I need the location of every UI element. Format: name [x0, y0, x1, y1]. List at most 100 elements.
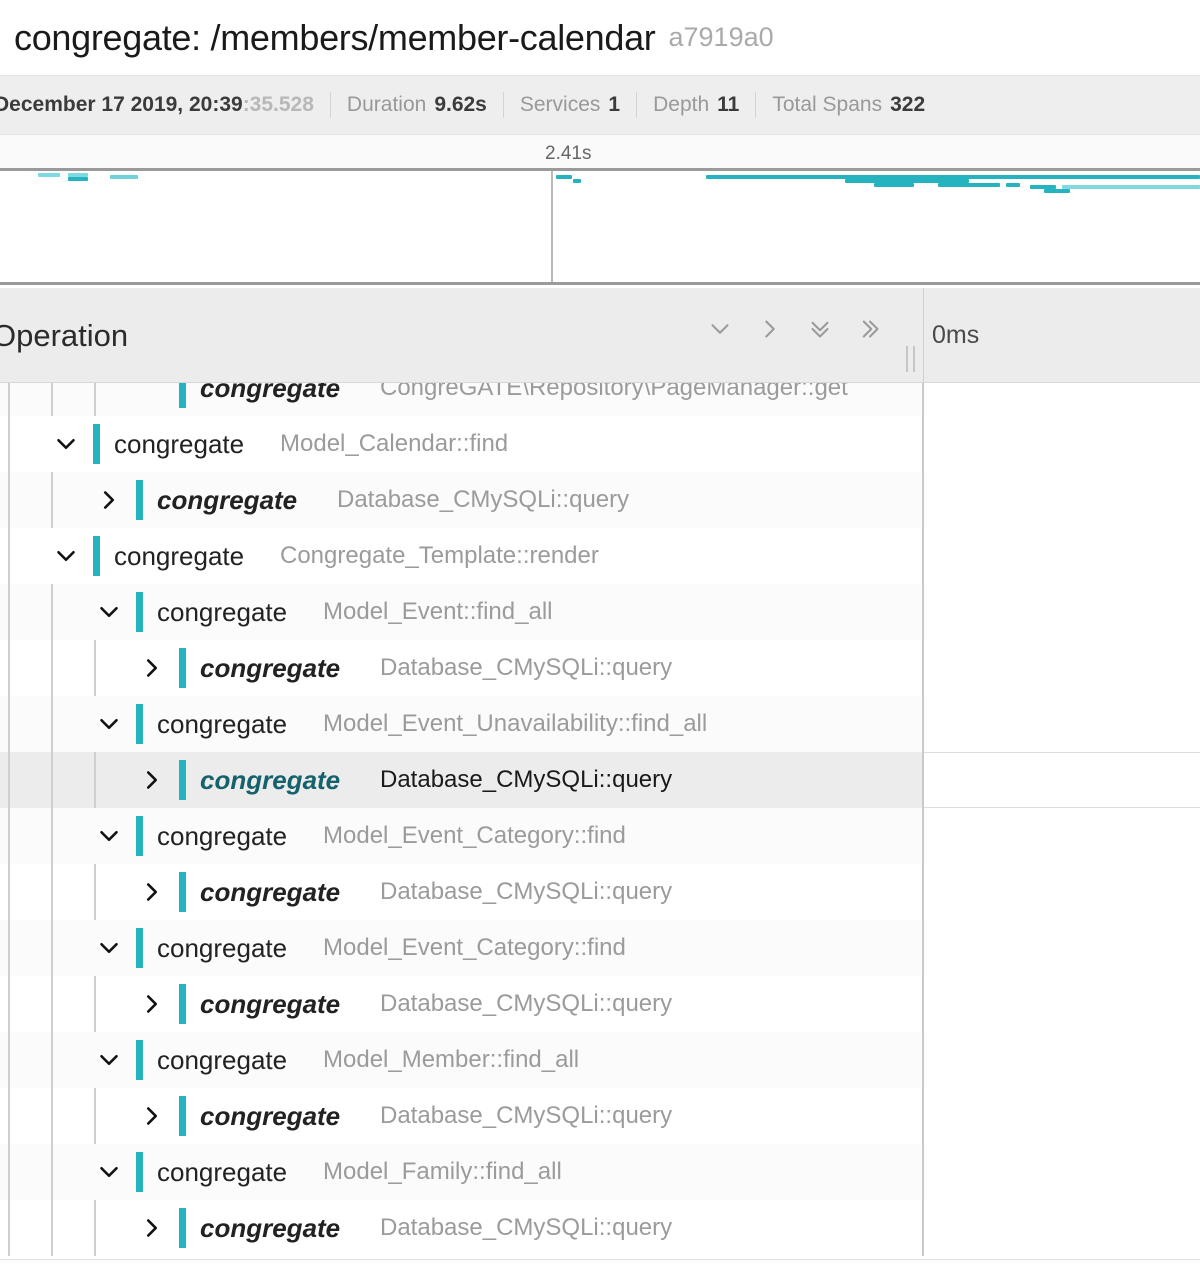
span-service-name: congregate	[157, 1157, 288, 1187]
span-name-cell[interactable]: congregate Model_Member::find_all	[0, 1032, 924, 1088]
span-timeline-cell[interactable]	[924, 1144, 1200, 1200]
collapse-span-icon[interactable]	[92, 595, 126, 629]
expand-one-level-icon[interactable]	[755, 314, 785, 344]
span-name-cell[interactable]: congregate Database_CMySQLi::query	[0, 1200, 924, 1256]
span-name-cell[interactable]: congregate Database_CMySQLi::query	[0, 864, 924, 920]
span-row[interactable]: congregate Database_CMySQLi::query	[0, 1200, 1200, 1256]
span-row[interactable]: congregate Model_Member::find_all	[0, 1032, 1200, 1088]
span-service-name: congregate	[157, 597, 288, 627]
span-row[interactable]: congregate Database_CMySQLi::query	[0, 472, 1200, 528]
span-row-content: congregate Congregate_Template::render	[0, 528, 922, 584]
span-name-cell[interactable]: congregate Model_Family::find_all	[0, 1144, 924, 1200]
span-color-bar	[136, 816, 143, 856]
expand-all-icon[interactable]	[855, 314, 885, 344]
expand-span-icon[interactable]	[135, 987, 169, 1021]
expand-span-icon[interactable]	[135, 763, 169, 797]
span-row-content: congregate Database_CMySQLi::query	[0, 864, 922, 920]
span-row[interactable]: congregate Database_CMySQLi::query	[0, 752, 1200, 808]
span-row[interactable]: congregate Model_Event_Category::find	[0, 920, 1200, 976]
span-timeline-cell[interactable]	[924, 808, 1200, 864]
span-row[interactable]: congregate CongreGATE\Repository\PageMana…	[0, 383, 1200, 416]
minimap-viewport-edge[interactable]	[551, 171, 553, 282]
span-name-cell[interactable]: congregate Database_CMySQLi::query	[0, 752, 924, 808]
span-row[interactable]: congregate Model_Event_Category::find	[0, 808, 1200, 864]
operation-column-label: Operation	[0, 318, 129, 353]
summary-timestamp-millis: :35.528	[242, 93, 314, 116]
span-operation-name: Model_Event_Category::find	[323, 822, 626, 849]
span-name-cell[interactable]: congregate Database_CMySQLi::query	[0, 472, 924, 528]
collapse-span-icon[interactable]	[92, 1155, 126, 1189]
collapse-span-icon[interactable]	[92, 819, 126, 853]
summary-services-label: Services	[519, 93, 601, 116]
span-color-bar	[179, 1096, 186, 1136]
expand-span-icon[interactable]	[135, 875, 169, 909]
expand-span-icon[interactable]	[135, 1211, 169, 1245]
collapse-all-icon[interactable]	[805, 314, 835, 344]
span-timeline-cell[interactable]	[924, 528, 1200, 584]
span-operation-name: Database_CMySQLi::query	[337, 486, 630, 513]
span-timeline-cell[interactable]	[924, 472, 1200, 528]
span-row[interactable]: congregate Database_CMySQLi::query	[0, 640, 1200, 696]
collapse-one-level-icon[interactable]	[705, 314, 735, 344]
span-timeline-cell[interactable]	[924, 976, 1200, 1032]
span-name-cell[interactable]: congregate CongreGATE\Repository\PageMana…	[0, 383, 924, 416]
span-name-cell[interactable]: congregate Model_Calendar::find	[0, 416, 924, 472]
span-name-cell[interactable]: congregate Congregate_Template::render	[0, 528, 924, 584]
span-name-cell[interactable]: congregate Model_Event_Unavailability::fi…	[0, 696, 924, 752]
span-timeline-cell[interactable]	[924, 1088, 1200, 1144]
span-row[interactable]: congregate Congregate_Template::render	[0, 528, 1200, 584]
summary-services-value: 1	[608, 93, 621, 116]
collapse-span-icon[interactable]	[92, 707, 126, 741]
span-operation-name: Model_Event_Unavailability::find_all	[323, 710, 708, 737]
span-row-content: congregate Model_Event_Unavailability::fi…	[0, 696, 922, 752]
minimap-spans-canvas[interactable]	[0, 171, 1200, 285]
span-timeline-cell[interactable]	[924, 920, 1200, 976]
span-timeline-cell[interactable]	[924, 584, 1200, 640]
span-row[interactable]: congregate Model_Calendar::find	[0, 416, 1200, 472]
span-row[interactable]: congregate Model_Family::find_all	[0, 1144, 1200, 1200]
span-name-cell[interactable]: congregate Database_CMySQLi::query	[0, 1088, 924, 1144]
collapse-span-icon[interactable]	[49, 427, 83, 461]
span-timeline-cell[interactable]	[924, 640, 1200, 696]
span-timeline-cell[interactable]	[924, 383, 1200, 416]
collapse-span-icon[interactable]	[92, 931, 126, 965]
span-color-bar	[179, 648, 186, 688]
minimap-span	[556, 175, 572, 179]
span-row[interactable]: congregate Model_Event_Unavailability::fi…	[0, 696, 1200, 752]
span-service-name: congregate	[157, 709, 288, 739]
summary-total-spans: Total Spans 322	[756, 93, 941, 117]
span-row[interactable]: congregate Database_CMySQLi::query	[0, 1088, 1200, 1144]
span-service-name: congregate	[200, 877, 341, 907]
span-timeline-cell[interactable]	[924, 752, 1200, 808]
span-name-cell[interactable]: congregate Model_Event::find_all	[0, 584, 924, 640]
span-row[interactable]: congregate Model_Event::find_all	[0, 584, 1200, 640]
span-name-cell[interactable]: congregate Model_Event_Category::find	[0, 808, 924, 864]
span-rows-viewport[interactable]: congregate CongreGATE\Repository\PageMana…	[0, 383, 1200, 1263]
span-timeline-cell[interactable]	[924, 864, 1200, 920]
span-timeline-cell[interactable]	[924, 1032, 1200, 1088]
trace-minimap[interactable]: 2.41s	[0, 135, 1200, 288]
collapse-span-icon[interactable]	[49, 539, 83, 573]
summary-depth-value: 11	[717, 93, 740, 116]
span-row[interactable]: congregate Database_CMySQLi::query	[0, 864, 1200, 920]
span-timeline-cell[interactable]	[924, 416, 1200, 472]
collapse-span-icon[interactable]	[92, 1043, 126, 1077]
expand-span-icon[interactable]	[92, 483, 126, 517]
span-operation-name: Model_Member::find_all	[323, 1046, 580, 1073]
span-service-name: congregate	[157, 933, 288, 963]
span-name-cell[interactable]: congregate Database_CMySQLi::query	[0, 640, 924, 696]
expand-span-icon[interactable]	[135, 1099, 169, 1133]
column-resizer[interactable]	[906, 346, 915, 372]
summary-duration-value: 9.62s	[434, 93, 487, 116]
span-row-content: congregate Model_Event_Category::find	[0, 920, 922, 976]
expand-span-icon[interactable]	[135, 651, 169, 685]
span-timeline-cell[interactable]	[924, 696, 1200, 752]
span-service-name: congregate	[157, 1045, 288, 1075]
minimap-span	[68, 173, 88, 177]
operation-column-header: Operation	[0, 288, 924, 382]
span-name-cell[interactable]: congregate Model_Event_Category::find	[0, 920, 924, 976]
minimap-span	[110, 175, 138, 179]
span-name-cell[interactable]: congregate Database_CMySQLi::query	[0, 976, 924, 1032]
span-timeline-cell[interactable]	[924, 1200, 1200, 1256]
span-row[interactable]: congregate Database_CMySQLi::query	[0, 976, 1200, 1032]
